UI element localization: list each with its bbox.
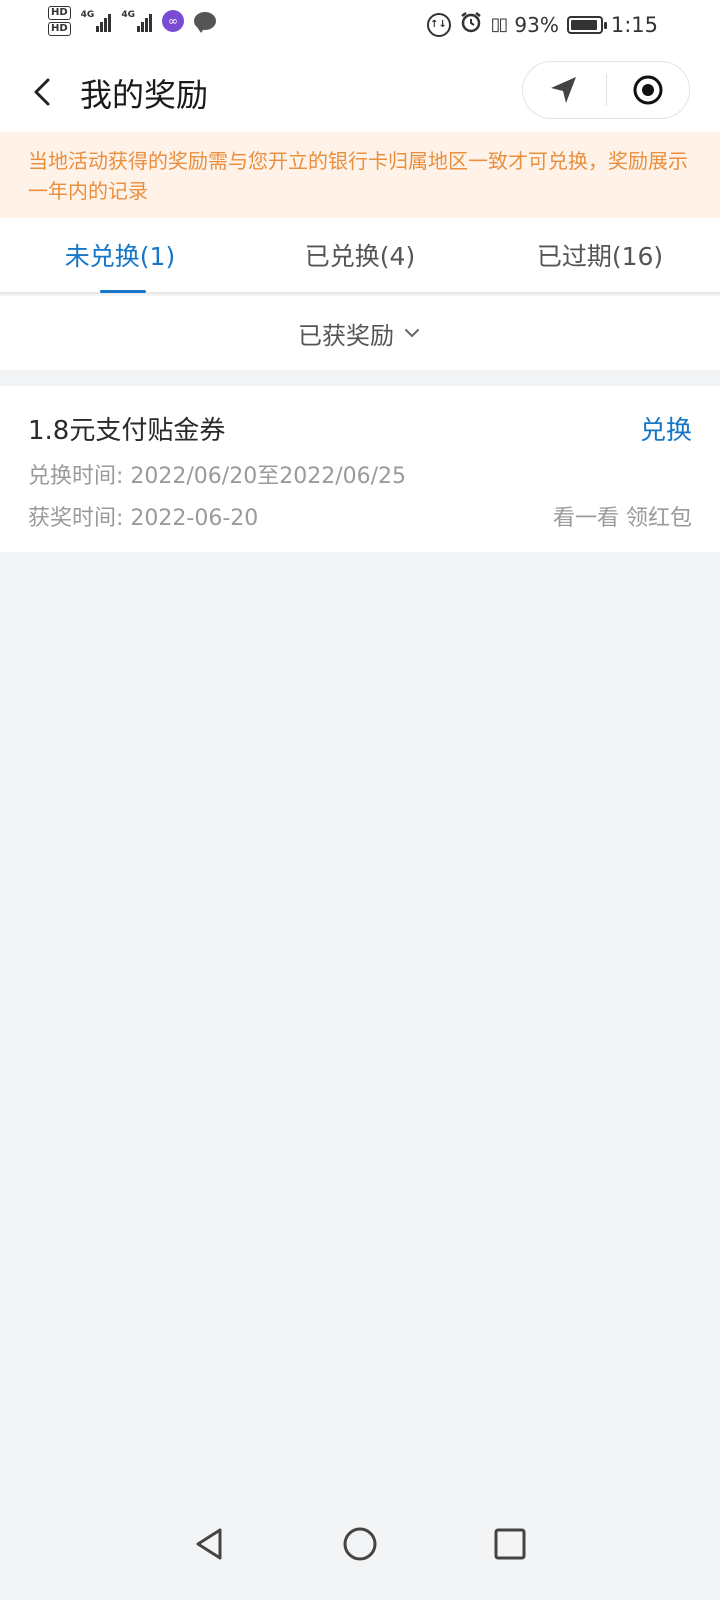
- mini-program-capsule: [522, 61, 690, 119]
- signal-label: 4G: [80, 10, 95, 20]
- hd-indicators: HD HD: [48, 6, 71, 36]
- notice-banner: 当地活动获得的奖励需与您开立的银行卡归属地区一致才可兑换，奖励展示一年内的记录: [0, 132, 720, 218]
- status-left: HD HD 4G 4G ∞: [48, 6, 216, 36]
- battery-percent: 93%: [514, 12, 559, 37]
- reward-title: 1.8元支付贴金券: [28, 416, 226, 446]
- status-right: ↑↓ ▯▯ 93% 1:15: [426, 10, 658, 39]
- battery-icon: [566, 15, 607, 34]
- tab-unredeemed[interactable]: 未兑换(1): [0, 218, 240, 293]
- tab-label: 已兑换(4): [304, 242, 416, 271]
- tab-expired[interactable]: 已过期(16): [480, 218, 720, 292]
- signal-icon: 4G: [121, 10, 152, 32]
- reward-tabs: 未兑换(1) 已兑换(4) 已过期(16): [0, 218, 720, 294]
- alarm-icon: [459, 10, 483, 39]
- hd-icon: HD: [48, 22, 71, 36]
- redeem-button[interactable]: 兑换: [640, 410, 692, 447]
- recents-square-icon[interactable]: [490, 1524, 530, 1564]
- data-saver-icon: ↑↓: [426, 12, 451, 37]
- award-time: 获奖时间: 2022-06-20: [28, 506, 259, 531]
- tab-active-indicator: [100, 290, 146, 293]
- chevron-left-icon[interactable]: [24, 72, 64, 112]
- status-time: 1:15: [610, 12, 658, 37]
- battery-fill: [570, 19, 597, 30]
- chevron-down-icon: [402, 323, 422, 343]
- get-red-packet-link[interactable]: 看一看 领红包: [553, 500, 692, 532]
- filter-label: 已获奖励: [298, 321, 394, 350]
- nav-bar: 我的奖励: [0, 48, 720, 132]
- signal-label: 4G: [121, 10, 135, 20]
- page-title: 我的奖励: [80, 76, 209, 114]
- home-circle-icon[interactable]: [340, 1524, 380, 1564]
- app-notification-icon: ∞: [161, 10, 184, 32]
- tab-label: 已过期(16): [536, 242, 664, 271]
- tab-label: 未兑换(1): [64, 242, 176, 271]
- reward-card: 1.8元支付贴金券 兑换 兑换时间: 2022/06/20至2022/06/25…: [0, 386, 720, 552]
- signal-icon: 4G: [81, 10, 112, 32]
- redeem-period: 兑换时间: 2022/06/20至2022/06/25: [28, 464, 407, 489]
- back-triangle-icon[interactable]: [190, 1524, 230, 1564]
- reward-filter-dropdown[interactable]: 已获奖励: [0, 296, 720, 370]
- message-icon: [193, 12, 216, 33]
- vibrate-icon: ▯▯: [490, 14, 509, 35]
- hd-icon: HD: [48, 6, 71, 20]
- target-circle-icon[interactable]: [607, 61, 690, 119]
- status-bar: HD HD 4G 4G ∞ ↑↓ ▯▯ 93% 1:15: [0, 0, 720, 48]
- system-navigation-bar: [0, 1488, 720, 1600]
- tab-redeemed[interactable]: 已兑换(4): [240, 218, 480, 292]
- location-arrow-icon[interactable]: [523, 61, 606, 119]
